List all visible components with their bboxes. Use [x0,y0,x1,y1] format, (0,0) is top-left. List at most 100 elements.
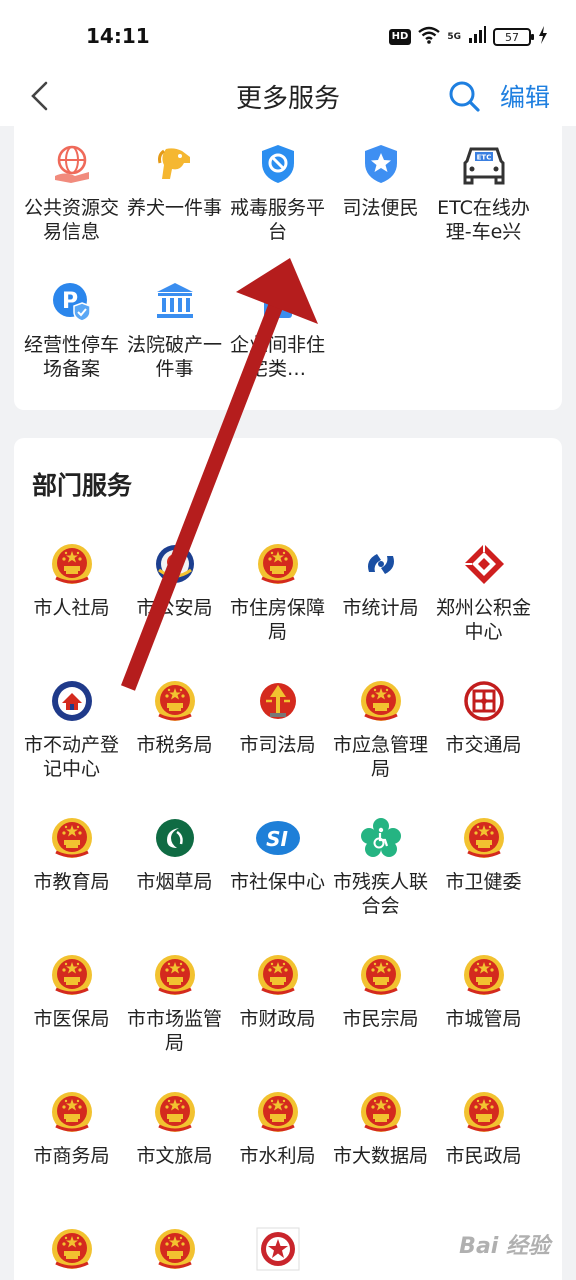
department-tile[interactable]: 市应急管理局 [329,653,432,790]
department-tile[interactable]: 市司法局 [226,653,329,790]
department-tile[interactable]: 市财政局 [226,927,329,1064]
department-label: 市统计局 [342,597,419,619]
department-label: 市财政局 [239,1008,316,1030]
department-label: 市不动产登记中心 [24,734,120,780]
network-type: 5G [447,32,461,42]
department-label: 市公安局 [136,597,213,619]
service-tile[interactable]: 司法便民 [329,116,432,253]
service-label: 司法便民 [342,197,419,219]
department-tile[interactable]: 市人社局 [20,516,123,653]
watermark-logo: Bai 经验 [459,1234,550,1259]
service-label: 养犬一件事 [127,197,223,219]
national-emblem-icon [48,814,96,862]
department-tile[interactable]: 市交通局 [432,653,535,790]
service-tile[interactable]: ETC ETC在线办理-车e兴 [432,116,535,253]
national-emblem-icon [48,951,96,999]
national-emblem-icon [254,951,302,999]
department-tile[interactable]: 市卫健委 [432,790,535,927]
department-label: 市大数据局 [333,1145,429,1167]
national-emblem-icon [151,1225,199,1273]
service-label: 经营性停车场备案 [24,334,120,380]
national-emblem-icon [151,951,199,999]
national-emblem-icon [460,1088,508,1136]
department-tile[interactable]: 市税务局 [123,653,226,790]
department-tile[interactable] [226,1201,329,1280]
department-label: 市民政局 [445,1145,522,1167]
court-icon [151,277,199,325]
globe-hand-icon [48,140,96,188]
department-label: 市文旅局 [136,1145,213,1167]
service-label: 法院破产一件事 [127,334,223,380]
department-tile[interactable]: 市大数据局 [329,1064,432,1201]
department-tile[interactable]: 市市场监管局 [123,927,226,1064]
etc-car-icon: ETC [460,140,508,188]
real-estate-logo-icon [48,677,96,725]
department-tile[interactable]: 市商务局 [20,1064,123,1201]
department-services-card: 部门服务 市人社局 市公安局 市住房保障局 市统计局 郑州公积金中心市不动产登记中心 市税… [14,438,562,1280]
edit-button[interactable]: 编辑 [500,78,550,114]
service-tile[interactable]: 养犬一件事 [123,116,226,253]
shield-star-icon [357,140,405,188]
department-label: 市住房保障局 [230,597,326,643]
service-label: 企业间非住宅类… [230,334,326,380]
search-icon [449,81,480,112]
department-tile[interactable]: 市教育局 [20,790,123,927]
department-label: 市城管局 [445,1008,522,1030]
parking-icon: P [48,277,96,325]
national-emblem-icon [254,540,302,588]
service-tile[interactable]: 法院破产一件事 [123,253,226,390]
status-time: 14:11 [86,24,150,48]
service-label: 戒毒服务平台 [230,197,326,243]
department-tile[interactable]: 市医保局 [20,927,123,1064]
department-label: 市教育局 [33,871,110,893]
department-tile[interactable]: SI 市社保中心 [226,790,329,927]
department-tile[interactable]: 市城管局 [432,927,535,1064]
national-emblem-icon [254,1088,302,1136]
department-tile[interactable]: 市民政局 [432,1064,535,1201]
department-label: 市交通局 [445,734,522,756]
department-label: 市烟草局 [136,871,213,893]
department-tile[interactable]: 市公安局 [123,516,226,653]
service-tile[interactable]: 公共资源交易信息 [20,116,123,253]
department-tile[interactable] [20,1201,123,1280]
department-tile[interactable]: 郑州公积金中心 [432,516,535,653]
national-emblem-icon [48,1088,96,1136]
department-label: 市医保局 [33,1008,110,1030]
social-security-logo-icon: SI [254,814,302,862]
department-tile[interactable]: 市文旅局 [123,1064,226,1201]
search-button[interactable] [446,78,482,114]
department-tile[interactable]: 市不动产登记中心 [20,653,123,790]
dog-icon [151,140,199,188]
department-tile[interactable] [123,1201,226,1280]
department-tile[interactable]: 市水利局 [226,1064,329,1201]
tobacco-logo-icon [151,814,199,862]
services-card: 公共资源交易信息 养犬一件事 戒毒服务平台 司法便民 ETC ETC在线办理-车… [14,116,562,410]
shield-forbid-icon [254,140,302,188]
page-title: 更多服务 [235,84,340,114]
wifi-icon [418,26,441,48]
service-tile[interactable]: P 经营性停车场备案 [20,253,123,390]
charging-icon [538,26,548,48]
national-emblem-icon [151,677,199,725]
police-emblem-icon [151,540,199,588]
national-emblem-icon [48,1225,96,1273]
national-emblem-icon [48,540,96,588]
department-label: 市水利局 [239,1145,316,1167]
department-tile[interactable]: 市烟草局 [123,790,226,927]
department-label: 市商务局 [33,1145,110,1167]
service-tile[interactable]: 戒毒服务平台 [226,116,329,253]
svg-text:SI: SI [266,827,288,851]
justice-emblem-icon [254,677,302,725]
national-emblem-icon [357,1088,405,1136]
housing-fund-logo-icon [460,540,508,588]
department-label: 市残疾人联合会 [333,871,429,917]
department-tile[interactable]: 市民宗局 [329,927,432,1064]
section-title: 部门服务 [32,471,133,500]
department-tile[interactable]: 市残疾人联合会 [329,790,432,927]
service-tile[interactable]: 企业间非住宅类… [226,253,329,390]
department-tile[interactable]: 市住房保障局 [226,516,329,653]
department-tile[interactable]: 市统计局 [329,516,432,653]
national-emblem-icon [357,677,405,725]
department-label: 市司法局 [239,734,316,756]
service-label: ETC在线办理-车e兴 [437,197,530,243]
